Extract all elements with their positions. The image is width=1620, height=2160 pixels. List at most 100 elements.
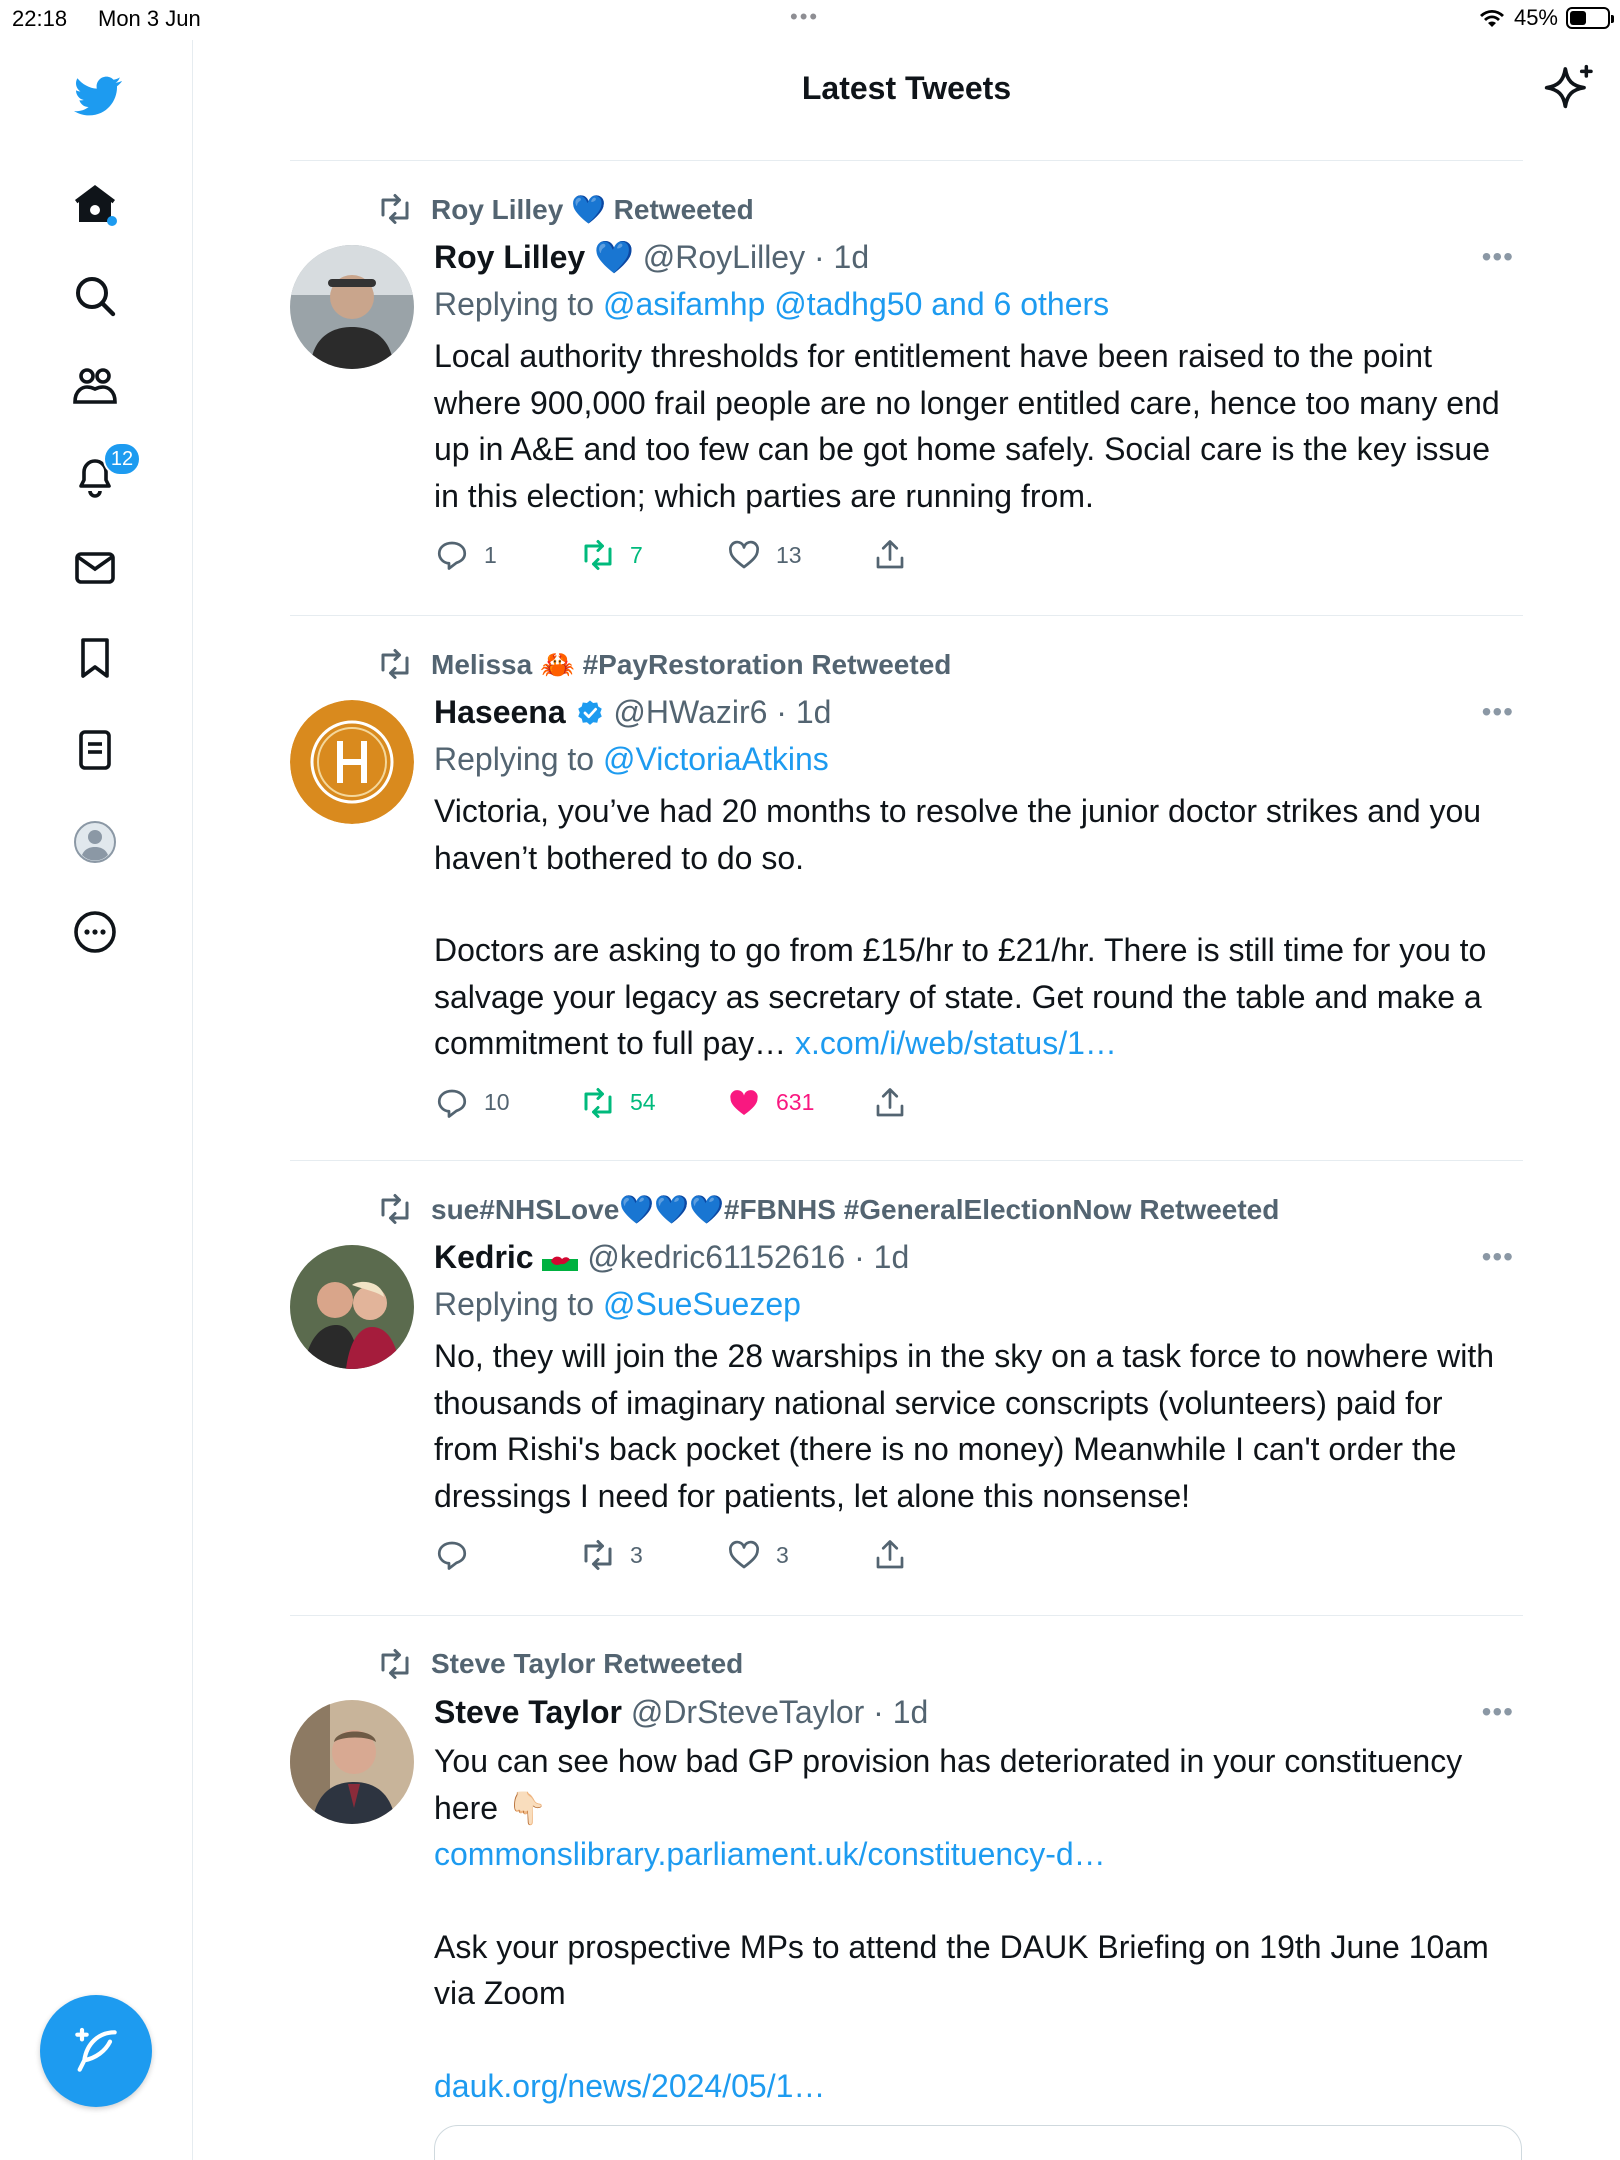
author-handle[interactable]: @HWazir6	[613, 694, 767, 730]
lists-icon[interactable]	[69, 724, 121, 776]
retweet-context: Steve Taylor Retweeted	[375, 1646, 743, 1682]
twitter-logo-icon[interactable]	[72, 70, 124, 122]
share-icon	[876, 540, 904, 569]
retweet-button[interactable]: 3	[580, 1533, 643, 1577]
tweet-author-line: Roy Lilley 💙 @RoyLilley · 1d •••	[434, 235, 1514, 279]
more-options-icon[interactable]: •••	[1482, 690, 1514, 734]
like-button[interactable]: 631	[726, 1081, 814, 1125]
tweet-body: Steve Taylor @DrSteveTaylor · 1d ••• You…	[434, 1690, 1514, 2109]
status-time: 22:18	[12, 6, 68, 31]
share-button[interactable]	[872, 1533, 908, 1577]
more-icon[interactable]	[69, 906, 121, 958]
tweet-link[interactable]: x.com/i/web/status/1…	[795, 1025, 1117, 1061]
tweet-time: · 1d	[813, 239, 870, 275]
retweet-button[interactable]: 54	[580, 1081, 656, 1125]
status-date: Mon 3 Jun	[98, 6, 201, 31]
heart-icon	[729, 540, 759, 569]
communities-icon[interactable]	[69, 360, 121, 412]
tweet-text: No, they will join the 28 warships in th…	[434, 1338, 1495, 1514]
tweet[interactable]: Melissa 🦀 #PayRestoration Retweeted Hase…	[290, 615, 1523, 1160]
author-handle[interactable]: @kedric61152616	[587, 1239, 845, 1275]
share-icon	[876, 1087, 904, 1116]
tweet-body: Haseena @HWazir6 · 1d ••• Replying to @V…	[434, 690, 1514, 1131]
avatar[interactable]	[290, 700, 414, 824]
battery-percent: 45%	[1513, 5, 1558, 30]
tweet-text-paragraph: Victoria, you’ve had 20 months to resolv…	[434, 793, 1482, 876]
author-handle[interactable]: @DrSteveTaylor	[631, 1694, 864, 1730]
retweet-context-label: Melissa 🦀 #PayRestoration Retweeted	[431, 648, 952, 680]
wifi-icon	[1479, 10, 1504, 27]
heart-filled-icon	[730, 1089, 758, 1115]
reply-button[interactable]: 1	[434, 533, 497, 577]
tweet-author-line: Haseena @HWazir6 · 1d •••	[434, 690, 1514, 734]
battery-icon	[1566, 7, 1614, 29]
tweet-text-paragraph: Doctors are asking to go from £15/hr to …	[434, 927, 1514, 1067]
compose-tweet-button[interactable]	[40, 1995, 152, 2107]
retweet-button[interactable]: 7	[580, 533, 643, 577]
like-count: 3	[776, 1541, 789, 1568]
replying-to-link[interactable]: @asifamhp @tadhg50 and 6 others	[603, 286, 1109, 322]
tweet-text: You can see how bad GP provision has det…	[434, 1738, 1514, 2109]
retweet-icon	[381, 194, 409, 224]
notifications-badge: 12	[103, 442, 141, 476]
reply-button[interactable]: 10	[434, 1081, 510, 1125]
reply-button[interactable]	[434, 1533, 484, 1577]
replying-to-link[interactable]: @VictoriaAtkins	[603, 741, 829, 777]
profile-icon[interactable]	[69, 816, 121, 868]
author-name[interactable]: Haseena	[434, 694, 566, 730]
tweet-actions: 10 54 631	[434, 1081, 1514, 1131]
share-button[interactable]	[872, 1081, 908, 1125]
tweet-time: · 1d	[854, 1239, 910, 1275]
retweet-icon	[381, 649, 409, 679]
tweet-link[interactable]: dauk.org/news/2024/05/1…	[434, 2063, 1514, 2110]
author-handle[interactable]: @RoyLilley	[643, 239, 805, 275]
replying-to-prefix: Replying to	[434, 286, 603, 322]
like-button[interactable]: 3	[726, 1533, 789, 1577]
tweet-link[interactable]: commonslibrary.parliament.uk/constituenc…	[434, 1831, 1514, 1878]
more-options-icon[interactable]: •••	[1482, 1690, 1514, 1734]
reply-icon	[437, 1089, 467, 1118]
more-options-icon[interactable]: •••	[1482, 1235, 1514, 1279]
retweet-context: Melissa 🦀 #PayRestoration Retweeted	[375, 646, 951, 682]
avatar[interactable]	[290, 1245, 414, 1369]
compose-feather-icon	[75, 2027, 117, 2072]
tweet[interactable]: sue#NHSLove💙💙💙#FBNHS #GeneralElectionNow…	[290, 1160, 1523, 1615]
tweet-actions: 3 3	[434, 1533, 1514, 1583]
tweet-author-line: Kedric @kedric61152616 · 1d •••	[434, 1235, 1514, 1279]
sparkle-icon[interactable]	[1542, 62, 1598, 118]
share-button[interactable]	[872, 533, 908, 577]
link-preview-card[interactable]	[434, 2125, 1522, 2160]
like-button[interactable]: 13	[726, 533, 802, 577]
messages-icon[interactable]	[69, 542, 121, 594]
tweet-body: Roy Lilley 💙 @RoyLilley · 1d ••• Replyin…	[434, 235, 1514, 583]
avatar[interactable]	[290, 245, 414, 369]
reply-count: 1	[484, 541, 497, 568]
replying-to: Replying to @SueSuezep	[434, 1279, 1514, 1329]
heart-icon	[729, 1540, 759, 1569]
retweet-icon	[381, 1194, 409, 1224]
tweet-text: Victoria, you’ve had 20 months to resolv…	[434, 788, 1514, 1067]
bookmarks-icon[interactable]	[69, 632, 121, 684]
tweet-actions: 1 7 13	[434, 533, 1514, 583]
tweet-text-paragraph: Ask your prospective MPs to attend the D…	[434, 1928, 1489, 2012]
wales-flag-icon	[542, 1247, 579, 1271]
author-name[interactable]: Roy Lilley 💙	[434, 239, 634, 275]
replying-to-prefix: Replying to	[434, 1286, 603, 1322]
author-name[interactable]: Steve Taylor	[434, 1694, 622, 1730]
retweet-icon	[381, 1649, 409, 1679]
replying-to-link[interactable]: @SueSuezep	[603, 1286, 801, 1322]
avatar[interactable]	[290, 1700, 414, 1824]
more-options-icon[interactable]: •••	[1482, 235, 1514, 279]
like-count: 631	[776, 1089, 815, 1115]
timeline-header: Latest Tweets	[193, 40, 1620, 160]
sidebar: 12	[0, 40, 193, 2160]
tweet[interactable]: Roy Lilley 💙 Retweeted Roy Lilley 💙 @Roy…	[290, 160, 1523, 615]
status-right: 45%	[1478, 5, 1614, 31]
reply-count: 10	[484, 1089, 510, 1115]
reply-icon	[437, 1541, 467, 1570]
multitasking-dots-icon[interactable]: •••	[790, 4, 819, 30]
tweet[interactable]: Steve Taylor Retweeted Steve Taylor @DrS…	[290, 1615, 1523, 2160]
search-icon[interactable]	[69, 270, 121, 322]
author-name[interactable]: Kedric	[434, 1239, 534, 1275]
verified-badge-icon	[577, 700, 602, 725]
